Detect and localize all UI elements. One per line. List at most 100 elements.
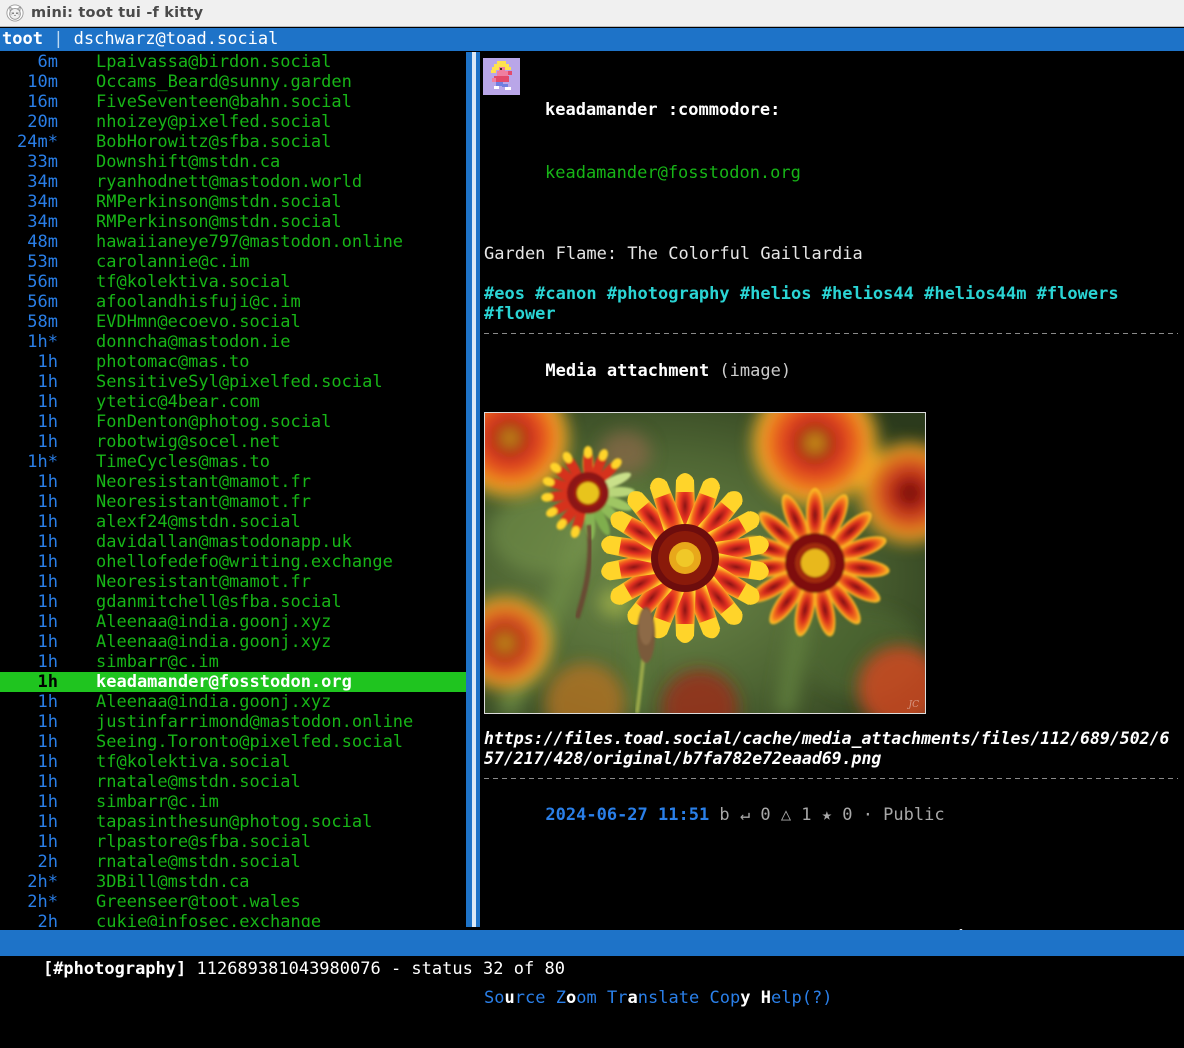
command-char[interactable]: e [771,988,781,1008]
media-image[interactable]: JC [484,412,926,714]
command-bar[interactable]: Account Boost Bookmark Favourite View Th… [484,888,1184,1048]
avatar [483,58,520,95]
timeline-row[interactable]: 2h*3DBill@mstdn.ca [0,872,466,892]
timeline-row-age: 1h [0,432,58,452]
timeline-row[interactable]: 58mEVDHmn@ecoevo.social [0,312,466,332]
timeline-row[interactable]: 33m Downshift@mstdn.ca [0,152,466,172]
timeline-row[interactable]: 1hsimbarr@c.im [0,792,466,812]
timeline-row-account: gdanmitchell@sfba.social [96,592,466,612]
window-titlebar: mini: toot tui -f kitty [0,0,1184,27]
command-key[interactable]: u [505,988,515,1008]
command-space [597,988,607,1008]
timeline-row[interactable]: 1hrnatale@mstdn.social [0,772,466,792]
timeline-row[interactable]: 2hrnatale@mstdn.social [0,852,466,872]
timeline-row-age: 56m [0,292,58,312]
command-char[interactable]: T [607,988,617,1008]
command-key[interactable]: o [566,988,576,1008]
timeline-row[interactable]: 34mRMPerkinson@mstdn.social [0,212,466,232]
command-char[interactable]: m [587,988,597,1008]
command-char[interactable]: n [638,988,648,1008]
timeline-list[interactable]: 6mLpaivassa@birdon.social10mOccams_Beard… [0,52,466,927]
timeline-row-account: carolannie@c.im [96,252,466,272]
command-char[interactable]: ( [802,988,812,1008]
command-char[interactable]: e [689,988,699,1008]
command-char[interactable]: a [669,988,679,1008]
timeline-row-spacer [58,852,96,872]
command-char[interactable]: c [525,988,535,1008]
timeline-row-age: 10m [0,72,58,92]
pane-divider-thumb[interactable] [472,52,476,927]
command-char[interactable]: s [648,988,658,1008]
timeline-row[interactable]: 1hohellofedefo@writing.exchange [0,552,466,572]
command-char[interactable]: p [792,988,802,1008]
timeline-row-account: justinfarrimond@mastodon.online [96,712,466,732]
timeline-row[interactable]: 24m*BobHorowitz@sfba.social [0,132,466,152]
timeline-row[interactable]: 1hdavidallan@mastodonapp.uk [0,532,466,552]
timeline-row-account: Aleenaa@india.goonj.xyz [96,612,466,632]
timeline-row[interactable]: 1htapasinthesun@photog.social [0,812,466,832]
timeline-row[interactable]: 1hAleenaa@india.goonj.xyz [0,632,466,652]
status-hashtags[interactable]: #eos #canon #photography #helios #helios… [484,284,1144,324]
command-key[interactable]: y [740,988,750,1008]
timeline-row[interactable]: 20mnhoizey@pixelfed.social [0,112,466,132]
timeline-row-spacer [58,292,96,312]
command-char[interactable]: Z [556,988,566,1008]
timeline-row[interactable]: 2h*Greenseer@toot.wales [0,892,466,912]
command-char[interactable]: C [710,988,720,1008]
media-url[interactable]: https://files.toad.social/cache/media_at… [484,729,1178,769]
command-char[interactable]: ? [812,988,822,1008]
command-char[interactable]: e [535,988,545,1008]
timeline-row[interactable]: 1halexf24@mstdn.social [0,512,466,532]
timeline-row[interactable]: 1hAleenaa@india.goonj.xyz [0,692,466,712]
timeline-row[interactable]: 1hsimbarr@c.im [0,652,466,672]
command-key[interactable]: H [761,988,771,1008]
command-char[interactable]: l [781,988,791,1008]
timeline-row[interactable]: 1hNeoresistant@mamot.fr [0,472,466,492]
timeline-row[interactable]: 1hSeeing.Toronto@pixelfed.social [0,732,466,752]
timeline-row-account: Downshift@mstdn.ca [96,152,466,172]
timeline-row[interactable]: 1hFonDenton@photog.social [0,412,466,432]
timeline-row[interactable]: 10mOccams_Beard@sunny.garden [0,72,466,92]
command-char[interactable]: l [658,988,668,1008]
timeline-row[interactable]: 1hAleenaa@india.goonj.xyz [0,612,466,632]
timeline-row[interactable]: 53mcarolannie@c.im [0,252,466,272]
timeline-row[interactable]: 1hrobotwig@socel.net [0,432,466,452]
timeline-row[interactable]: 56mtf@kolektiva.social [0,272,466,292]
timeline-row[interactable]: 1h*TimeCycles@mas.to [0,452,466,472]
timeline-row-age: 33m [0,152,58,172]
timeline-row[interactable]: 1hgdanmitchell@sfba.social [0,592,466,612]
command-char[interactable]: o [576,988,586,1008]
command-char[interactable]: ) [822,988,832,1008]
timeline-row[interactable]: 2hcukie@infosec.exchange [0,912,466,927]
timeline-row-account: Lpaivassa@birdon.social [96,52,466,72]
command-char[interactable]: S [484,988,494,1008]
timeline-row[interactable]: 1hNeoresistant@mamot.fr [0,492,466,512]
timeline-row[interactable]: 1hphotomac@mas.to [0,352,466,372]
command-key[interactable]: a [628,988,638,1008]
timeline-row[interactable]: 1hSensitiveSyl@pixelfed.social [0,372,466,392]
photo-signature: JC [909,700,920,710]
timeline-row[interactable]: 1hNeoresistant@mamot.fr [0,572,466,592]
command-char[interactable]: o [494,988,504,1008]
timeline-row-spacer [58,332,96,352]
timeline-row[interactable]: 1hytetic@4bear.com [0,392,466,412]
timeline-row[interactable]: 1hrlpastore@sfba.social [0,832,466,852]
timeline-row[interactable]: 1hjustinfarrimond@mastodon.online [0,712,466,732]
command-char[interactable]: r [617,988,627,1008]
command-char[interactable]: r [515,988,525,1008]
timeline-row[interactable]: 48mhawaiianeye797@mastodon.online [0,232,466,252]
command-char[interactable]: p [730,988,740,1008]
command-char[interactable]: o [720,988,730,1008]
timeline-row[interactable]: 6mLpaivassa@birdon.social [0,52,466,72]
timeline-row[interactable]: 16mFiveSeventeen@bahn.social [0,92,466,112]
timeline-row-age: 1h [0,392,58,412]
timeline-row[interactable]: 56mafoolandhisfuji@c.im [0,292,466,312]
timeline-row[interactable]: 1htf@kolektiva.social [0,752,466,772]
divider-rule-bottom [484,778,1178,779]
command-bar-line-2[interactable]: Source Zoom Translate Copy Help(?) [484,988,1184,1008]
timeline-row[interactable]: 1hkeadamander@fosstodon.org [0,672,466,692]
timeline-row[interactable]: 34mRMPerkinson@mstdn.social [0,192,466,212]
command-char[interactable]: t [679,988,689,1008]
timeline-row[interactable]: 34mryanhodnett@mastodon.world [0,172,466,192]
timeline-row[interactable]: 1h*donncha@mastodon.ie [0,332,466,352]
